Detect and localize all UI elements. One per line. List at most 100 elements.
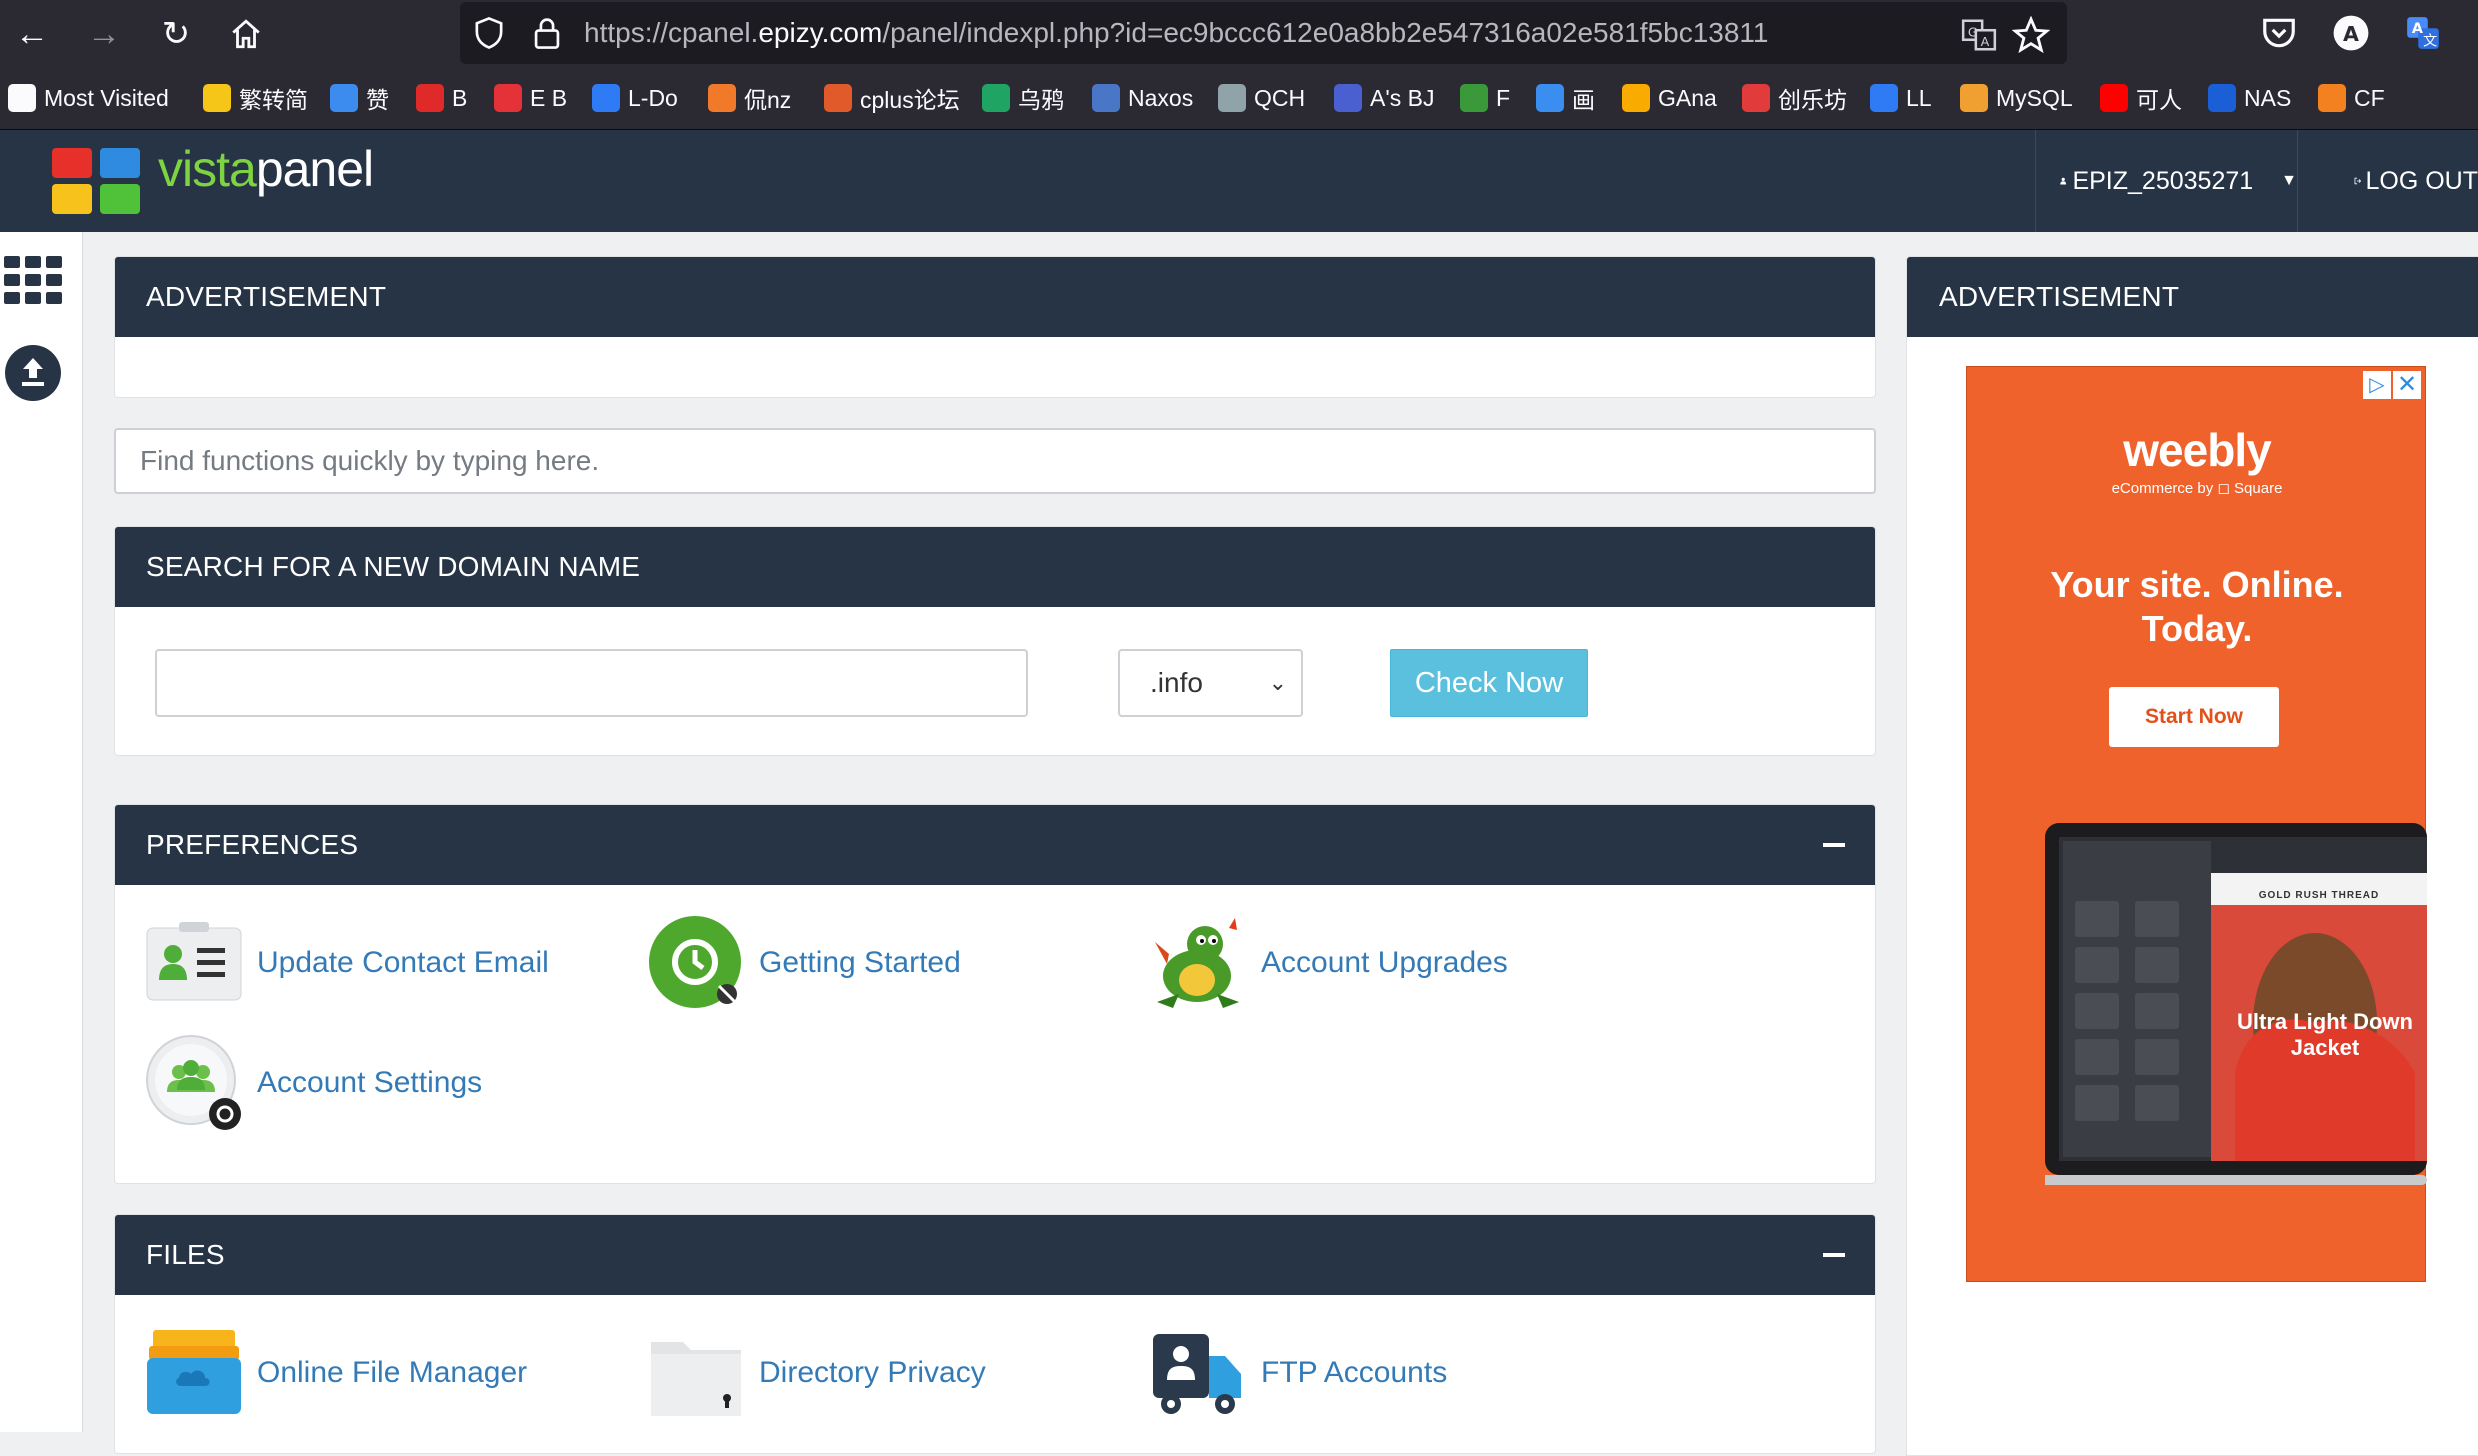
vistapanel-logo-icon: [52, 148, 140, 214]
crow-icon: [982, 84, 1010, 112]
forward-icon[interactable]: →: [82, 12, 126, 56]
thumb-icon: [330, 84, 358, 112]
shield-icon[interactable]: [474, 16, 504, 50]
bookmark-16[interactable]: LL: [1870, 66, 1932, 130]
browser-toolbar: ← → ↻ https://cpanel.epizy.com/panel/ind…: [0, 0, 2478, 66]
getting-started-icon: [649, 916, 741, 1008]
reload-icon[interactable]: ↻: [154, 12, 198, 56]
files-title: FILES: [115, 1215, 1875, 1295]
bookmark-5[interactable]: L-Do: [592, 66, 678, 130]
url-text[interactable]: https://cpanel.epizy.com/panel/indexpl.p…: [584, 2, 1768, 64]
bookmark-4[interactable]: E B: [494, 66, 567, 130]
bookmark-9[interactable]: Naxos: [1092, 66, 1193, 130]
bookmark-10[interactable]: QCH: [1218, 66, 1305, 130]
back-icon[interactable]: ←: [10, 12, 54, 56]
ad-subtitle: eCommerce by ◻ Square: [2111, 480, 2283, 497]
pocket-icon[interactable]: [2260, 14, 2298, 52]
bookmark-label: 侃nz: [744, 87, 792, 113]
weebly-ad[interactable]: ▷ ✕ weebly eCommerce by ◻ Square Your si…: [1966, 366, 2427, 1282]
ftp-accounts-link[interactable]: FTP Accounts: [1149, 1323, 1447, 1423]
account-settings-icon: [146, 1035, 241, 1130]
update-contact-email-link[interactable]: Update Contact Email: [145, 913, 549, 1013]
weebly-logo: weebly: [2123, 424, 2271, 476]
bookmark-7[interactable]: cplus论坛: [824, 66, 960, 130]
collapse-files-icon[interactable]: [1823, 1253, 1845, 1257]
domain-search-panel: SEARCH FOR A NEW DOMAIN NAME .info ⌄ Che…: [114, 526, 1876, 756]
caret-down-icon: ▼: [2281, 172, 2297, 189]
bookmark-11[interactable]: A's BJ: [1334, 66, 1434, 130]
collapse-preferences-icon[interactable]: [1823, 843, 1845, 847]
bookmark-1[interactable]: 繁转简: [203, 66, 308, 130]
translator-extension-icon[interactable]: A文: [2404, 14, 2442, 52]
bookmark-label: E B: [530, 84, 568, 111]
logout-icon: [2354, 177, 2362, 185]
bookmark-20[interactable]: CF: [2318, 66, 2385, 130]
laptop-heading: GOLD RUSH THREAD: [2258, 890, 2380, 901]
bookmark-17[interactable]: MySQL: [1960, 66, 2073, 130]
bookmark-18[interactable]: 可人: [2100, 66, 2182, 130]
ftp-truck-icon: [1153, 1334, 1241, 1414]
domain-search-title: SEARCH FOR A NEW DOMAIN NAME: [115, 527, 1875, 607]
function-search-input[interactable]: [114, 428, 1876, 494]
preferences-title: PREFERENCES: [115, 805, 1875, 885]
bookmark-14[interactable]: GAna: [1622, 66, 1717, 130]
bookmark-0[interactable]: Most Visited: [8, 66, 169, 130]
getting-started-link[interactable]: Getting Started: [647, 913, 961, 1013]
logout-button[interactable]: LOG OUT: [2297, 130, 2478, 232]
bookmark-label: 可人: [2136, 87, 2182, 113]
brand-name: vistapanel: [158, 141, 374, 197]
file-box-icon: [147, 1330, 241, 1414]
sidebar-advertisement-title: ADVERTISEMENT: [1907, 257, 2478, 337]
bookmark-3[interactable]: B: [416, 66, 467, 130]
account-settings-link[interactable]: Account Settings: [145, 1033, 482, 1133]
bookmark-12[interactable]: F: [1460, 66, 1510, 130]
chevron-down-icon: ⌄: [1268, 670, 1287, 695]
account-upgrades-link[interactable]: Account Upgrades: [1149, 913, 1508, 1013]
contact-card-icon: [146, 922, 242, 1001]
tld-select[interactable]: .info ⌄: [1118, 649, 1303, 717]
translate-icon[interactable]: GA: [1960, 16, 1998, 54]
ad-choices-icon[interactable]: ▷: [2363, 371, 2391, 399]
laptop-illustration: [2045, 823, 2427, 1185]
ebay-icon: [494, 84, 522, 112]
b-icon: [416, 84, 444, 112]
bookmark-19[interactable]: NAS: [2208, 66, 2291, 130]
bookmark-13[interactable]: 画: [1536, 66, 1595, 130]
grid-menu-icon[interactable]: [4, 256, 62, 304]
crown-icon: [203, 84, 231, 112]
bookmark-label: QCH: [1254, 84, 1306, 111]
files-panel: FILES Online File Manager Directory Priv…: [114, 1214, 1876, 1454]
bookmark-15[interactable]: 创乐坊: [1742, 66, 1847, 130]
bookmark-2[interactable]: 赞: [330, 66, 389, 130]
lock-icon[interactable]: [532, 16, 562, 50]
svg-text:G: G: [1968, 25, 1978, 40]
advertisement-title: ADVERTISEMENT: [115, 257, 1875, 337]
bookmark-8[interactable]: 乌鸦: [982, 66, 1064, 130]
youtube-icon: [2100, 84, 2128, 112]
bookmark-6[interactable]: 侃nz: [708, 66, 791, 130]
ad-tagline: Your site. Online. Today.: [2050, 564, 2344, 649]
online-file-manager-link[interactable]: Online File Manager: [145, 1323, 527, 1423]
check-now-button[interactable]: Check Now: [1390, 649, 1588, 717]
directory-privacy-link[interactable]: Directory Privacy: [647, 1323, 986, 1423]
account-avatar-icon[interactable]: A: [2332, 14, 2370, 52]
home-icon[interactable]: [224, 12, 268, 56]
dsm-icon: [2208, 84, 2236, 112]
swirl-icon: [708, 84, 736, 112]
user-menu[interactable]: EPIZ_25035271 ▼: [2035, 130, 2297, 232]
app-header: vistapanel EPIZ_25035271 ▼ LOG OUT: [0, 130, 2478, 232]
domain-name-input[interactable]: [155, 649, 1028, 717]
bookmark-label: cplus论坛: [860, 87, 960, 113]
analytics-icon: [1622, 84, 1650, 112]
bookmark-star-icon[interactable]: [2012, 16, 2050, 54]
url-bar[interactable]: https://cpanel.epizy.com/panel/indexpl.p…: [460, 2, 2067, 64]
bookmark-label: 创乐坊: [1778, 87, 1847, 113]
temple-icon: [1092, 84, 1120, 112]
ad-close-icon[interactable]: ✕: [2393, 371, 2421, 399]
gear-icon: [8, 84, 36, 112]
bookmark-label: Most Visited: [44, 84, 169, 111]
cloud-icon: [592, 84, 620, 112]
upload-icon[interactable]: [4, 344, 62, 402]
bookmark-label: GAna: [1658, 84, 1717, 111]
ad-start-now-button[interactable]: Start Now: [2109, 687, 2279, 747]
